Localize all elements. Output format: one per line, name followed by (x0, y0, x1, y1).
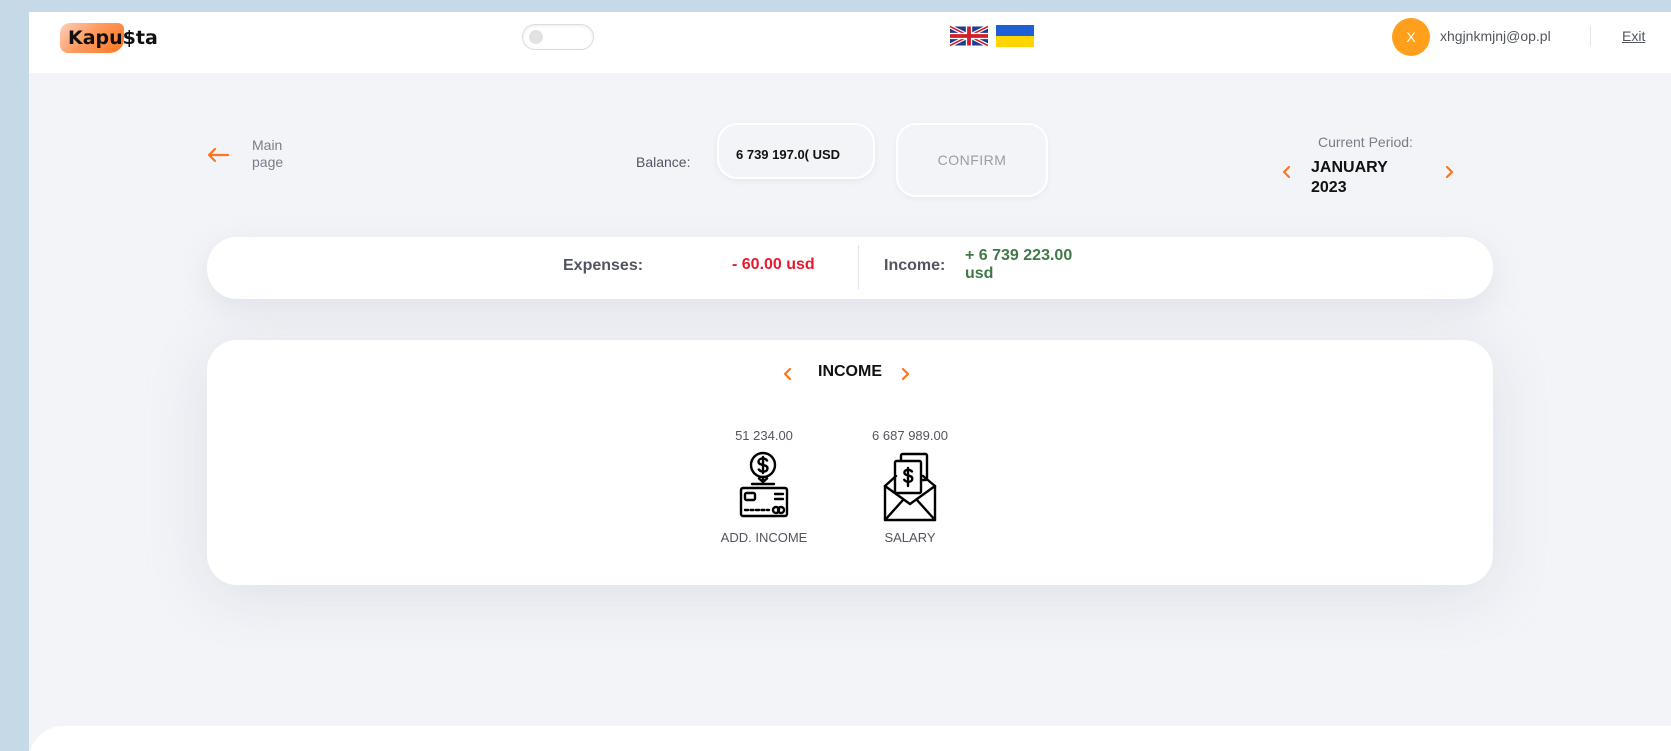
category-item-salary[interactable]: 6 687 989.00 SALARY (850, 428, 970, 548)
header: Kapu$ta X xhgjnkmjnj@op.pl Exit (29, 12, 1671, 73)
income-value: + 6 739 223.00 usd (965, 247, 1073, 282)
app-frame: Kapu$ta X xhgjnkmjnj@op.pl Exit Main pag… (29, 12, 1671, 751)
period-next-chevron-icon[interactable] (1444, 165, 1454, 179)
category-next-chevron-icon[interactable] (900, 367, 910, 381)
exit-button[interactable]: Exit (1622, 28, 1645, 44)
confirm-button[interactable]: CONFIRM (896, 123, 1048, 197)
footer-area (29, 726, 1671, 751)
salary-icon (883, 452, 937, 522)
balance-label: Balance: (636, 154, 691, 170)
category-title: INCOME (818, 363, 882, 380)
category-label: ADD. INCOME (720, 530, 808, 545)
language-switcher (950, 25, 1034, 47)
expenses-value: - 60.00 usd (732, 256, 815, 273)
avatar: X (1392, 18, 1430, 56)
balance-value: 6 739 197.0( USD (736, 147, 841, 162)
user-email: xhgjnkmjnj@op.pl (1440, 28, 1551, 44)
theme-toggle[interactable] (522, 24, 594, 50)
balance-input[interactable]: 6 739 197.0( USD (717, 123, 875, 179)
header-divider (1590, 26, 1591, 46)
category-label: SALARY (884, 530, 936, 545)
logo-text: Kapu$ta (68, 27, 158, 49)
ua-flag-icon[interactable] (996, 25, 1034, 47)
category-amount: 51 234.00 (735, 428, 793, 443)
summary-bar: Expenses: - 60.00 usd Income: + 6 739 22… (207, 237, 1493, 299)
category-amount: 6 687 989.00 (872, 428, 948, 443)
category-card: INCOME 51 234.00 ADD. INCOME 6 687 989.0… (207, 340, 1493, 585)
category-prev-chevron-icon[interactable] (783, 367, 793, 381)
period-prev-chevron-icon[interactable] (1282, 165, 1292, 179)
income-label: Income: (884, 257, 946, 274)
expenses-label: Expenses: (563, 257, 644, 274)
summary-divider (858, 245, 859, 289)
logo[interactable]: Kapu$ta (60, 22, 158, 54)
main-page-label: Main page (252, 137, 284, 170)
category-item-add-income[interactable]: 51 234.00 ADD. INCOME (704, 428, 824, 548)
toggle-knob (529, 30, 543, 44)
arrow-left-icon (207, 147, 230, 163)
current-period-label: Current Period: (1318, 134, 1413, 150)
add-income-icon (739, 451, 789, 518)
main-page-link[interactable]: Main page (206, 135, 316, 179)
uk-flag-icon[interactable] (950, 25, 988, 47)
current-period-value: JANUARY 2023 (1311, 159, 1388, 196)
